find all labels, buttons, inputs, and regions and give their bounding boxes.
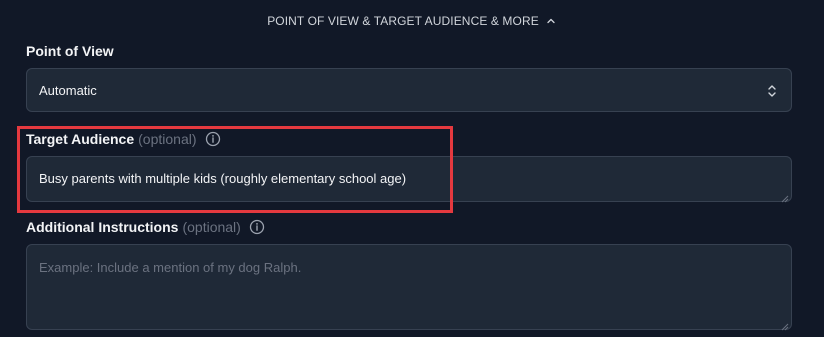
additional-instructions-input[interactable]: Example: Include a mention of my dog Ral… [26, 244, 792, 331]
additional-instructions-optional-tag: (optional) [182, 219, 241, 235]
resize-handle-icon[interactable] [781, 319, 789, 331]
info-icon[interactable] [249, 219, 265, 235]
resize-handle-icon[interactable] [781, 191, 789, 203]
chevron-up-icon [545, 15, 557, 27]
info-icon[interactable] [205, 131, 221, 147]
section-title: POINT OF VIEW & TARGET AUDIENCE & MORE [267, 14, 539, 28]
point-of-view-selected-value: Automatic [39, 82, 97, 98]
target-audience-label: Target Audience [26, 131, 135, 147]
point-of-view-label-row: Point of View [26, 43, 114, 59]
point-of-view-label: Point of View [26, 43, 114, 59]
point-of-view-select[interactable]: Automatic [26, 68, 792, 112]
additional-instructions-label-row: Additional Instructions (optional) [26, 219, 265, 235]
target-audience-value: Busy parents with multiple kids (roughly… [39, 171, 407, 186]
target-audience-label-row: Target Audience (optional) [26, 131, 221, 147]
section-toggle[interactable]: POINT OF VIEW & TARGET AUDIENCE & MORE [0, 14, 824, 28]
chevron-up-down-icon [765, 83, 779, 99]
additional-instructions-placeholder: Example: Include a mention of my dog Ral… [39, 260, 302, 275]
target-audience-input[interactable]: Busy parents with multiple kids (roughly… [26, 156, 792, 203]
additional-instructions-label: Additional Instructions [26, 219, 179, 235]
page: POINT OF VIEW & TARGET AUDIENCE & MORE P… [0, 0, 824, 337]
target-audience-optional-tag: (optional) [138, 131, 197, 147]
